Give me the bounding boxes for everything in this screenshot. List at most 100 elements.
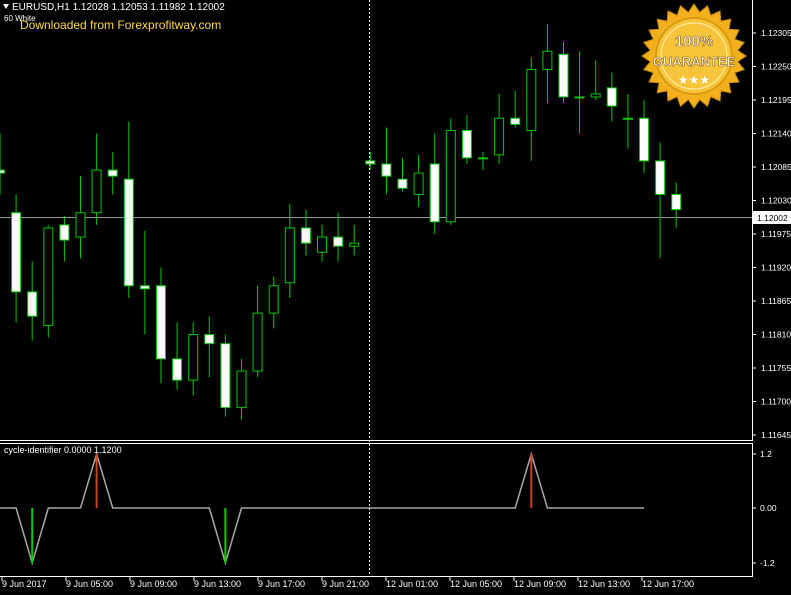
- time-tick-label: 9 Jun 13:00: [194, 579, 241, 589]
- chart-window[interactable]: 1.12305 1.12250 1.12195 1.12140 1.12085 1.120…: [0, 0, 791, 590]
- candle[interactable]: [445, 118, 456, 225]
- candle-body: [188, 334, 199, 381]
- candle[interactable]: [574, 51, 585, 134]
- candle-body: [204, 334, 215, 345]
- candle[interactable]: [59, 215, 70, 262]
- candle[interactable]: [252, 285, 263, 378]
- price-chart[interactable]: 1.12305 1.12250 1.12195 1.12140 1.12085 1.120…: [0, 0, 791, 590]
- time-tick-label: 12 Jun 05:00: [450, 579, 502, 589]
- candle-body: [317, 236, 327, 253]
- price-tick-label: 1.12140: [761, 129, 791, 139]
- candle[interactable]: [156, 267, 166, 384]
- indicator-tick-label: 1.2: [760, 449, 772, 459]
- candle[interactable]: [526, 57, 537, 161]
- badge-stars-icon: ★★★: [678, 73, 710, 87]
- candle-body: [91, 169, 102, 214]
- candle-body: [139, 285, 150, 290]
- indicator-tick-label: -1.2: [760, 558, 775, 568]
- price-tick-label: 1.11755: [761, 363, 791, 373]
- candle[interactable]: [75, 176, 86, 259]
- indicator-axis: 1.2 0.00 -1.2: [752, 449, 777, 568]
- candle[interactable]: [478, 151, 488, 171]
- candle-body: [43, 227, 54, 326]
- candle[interactable]: [622, 93, 633, 149]
- candle[interactable]: [606, 72, 617, 122]
- candle[interactable]: [317, 224, 327, 262]
- candle-body: [59, 224, 70, 241]
- candle-body: [75, 212, 86, 238]
- candle-body: [107, 169, 118, 177]
- indicator-label: cycle-identifier 0.0000 1.1200: [4, 445, 122, 455]
- candle[interactable]: [107, 151, 118, 195]
- candle-body: [268, 285, 279, 314]
- candle[interactable]: [671, 182, 682, 228]
- candle[interactable]: [139, 230, 150, 335]
- time-tick-label: 9 Jun 21:00: [322, 579, 369, 589]
- candle-body: [333, 236, 344, 247]
- candle[interactable]: [429, 133, 440, 235]
- candle-body: [252, 312, 263, 372]
- candle-body: [478, 157, 488, 160]
- candle[interactable]: [365, 151, 376, 171]
- candle[interactable]: [172, 322, 183, 390]
- candle[interactable]: [558, 42, 569, 104]
- price-tick-label: 1.12030: [761, 196, 791, 206]
- candle[interactable]: [413, 154, 424, 207]
- price-tick-label: 1.11865: [761, 296, 791, 306]
- symbol-info: EURUSD,H1 1.12028 1.12053 1.11982 1.1200…: [12, 2, 225, 13]
- candle-body: [27, 291, 38, 317]
- candle-body: [494, 117, 505, 156]
- candle[interactable]: [655, 142, 666, 259]
- candle[interactable]: [123, 121, 134, 298]
- candle-body: [236, 370, 247, 409]
- candle-body: [558, 53, 569, 98]
- time-tick-label: 9 Jun 05:00: [66, 579, 113, 589]
- candle[interactable]: [510, 90, 521, 128]
- candle[interactable]: [381, 127, 392, 195]
- candle[interactable]: [43, 224, 54, 338]
- current-price-label: 1.12002: [757, 213, 788, 223]
- time-tick-label: 12 Jun 01:00: [386, 579, 438, 589]
- candle[interactable]: [91, 133, 102, 225]
- candle-body: [123, 178, 134, 287]
- time-tick-label: 12 Jun 09:00: [514, 579, 566, 589]
- candle[interactable]: [494, 93, 505, 164]
- candle[interactable]: [333, 212, 344, 262]
- candle[interactable]: [349, 224, 360, 256]
- candle-body: [671, 193, 682, 211]
- collapse-arrow-icon[interactable]: [3, 4, 9, 9]
- candle[interactable]: [0, 133, 5, 195]
- candle[interactable]: [11, 194, 22, 323]
- candle-body: [156, 285, 166, 360]
- price-tick-label: 1.12305: [761, 28, 791, 38]
- candle-body: [542, 50, 553, 71]
- candle-body: [172, 358, 183, 381]
- candle[interactable]: [236, 358, 247, 420]
- price-tick-label: 1.11975: [761, 229, 791, 239]
- candle[interactable]: [397, 157, 408, 192]
- download-note: Downloaded from Forexprofitway.com: [20, 18, 222, 32]
- candle-body: [429, 163, 440, 223]
- candle-body: [574, 96, 585, 99]
- candle-body: [220, 343, 231, 409]
- candle[interactable]: [590, 60, 601, 100]
- price-tick-label: 1.11920: [761, 263, 791, 273]
- candles-group: [0, 23, 682, 420]
- candle[interactable]: [461, 115, 472, 164]
- candle[interactable]: [268, 276, 279, 329]
- time-tick-label: 9 Jun 09:00: [130, 579, 177, 589]
- candle[interactable]: [639, 100, 649, 174]
- candle[interactable]: [204, 316, 215, 378]
- candle[interactable]: [220, 334, 231, 417]
- guarantee-badge: 100% GUARANTEE ★★★: [641, 3, 747, 109]
- candle[interactable]: [542, 23, 553, 104]
- time-tick-label: 9 Jun 17:00: [258, 579, 305, 589]
- candle[interactable]: [188, 322, 199, 396]
- candle-body: [11, 212, 22, 293]
- candle[interactable]: [300, 209, 311, 256]
- candle-body: [461, 129, 472, 159]
- time-tick-label: 9 Jun 2017: [2, 579, 47, 589]
- candle[interactable]: [27, 261, 38, 341]
- candle-body: [445, 129, 456, 223]
- price-tick-label: 1.11645: [761, 430, 791, 440]
